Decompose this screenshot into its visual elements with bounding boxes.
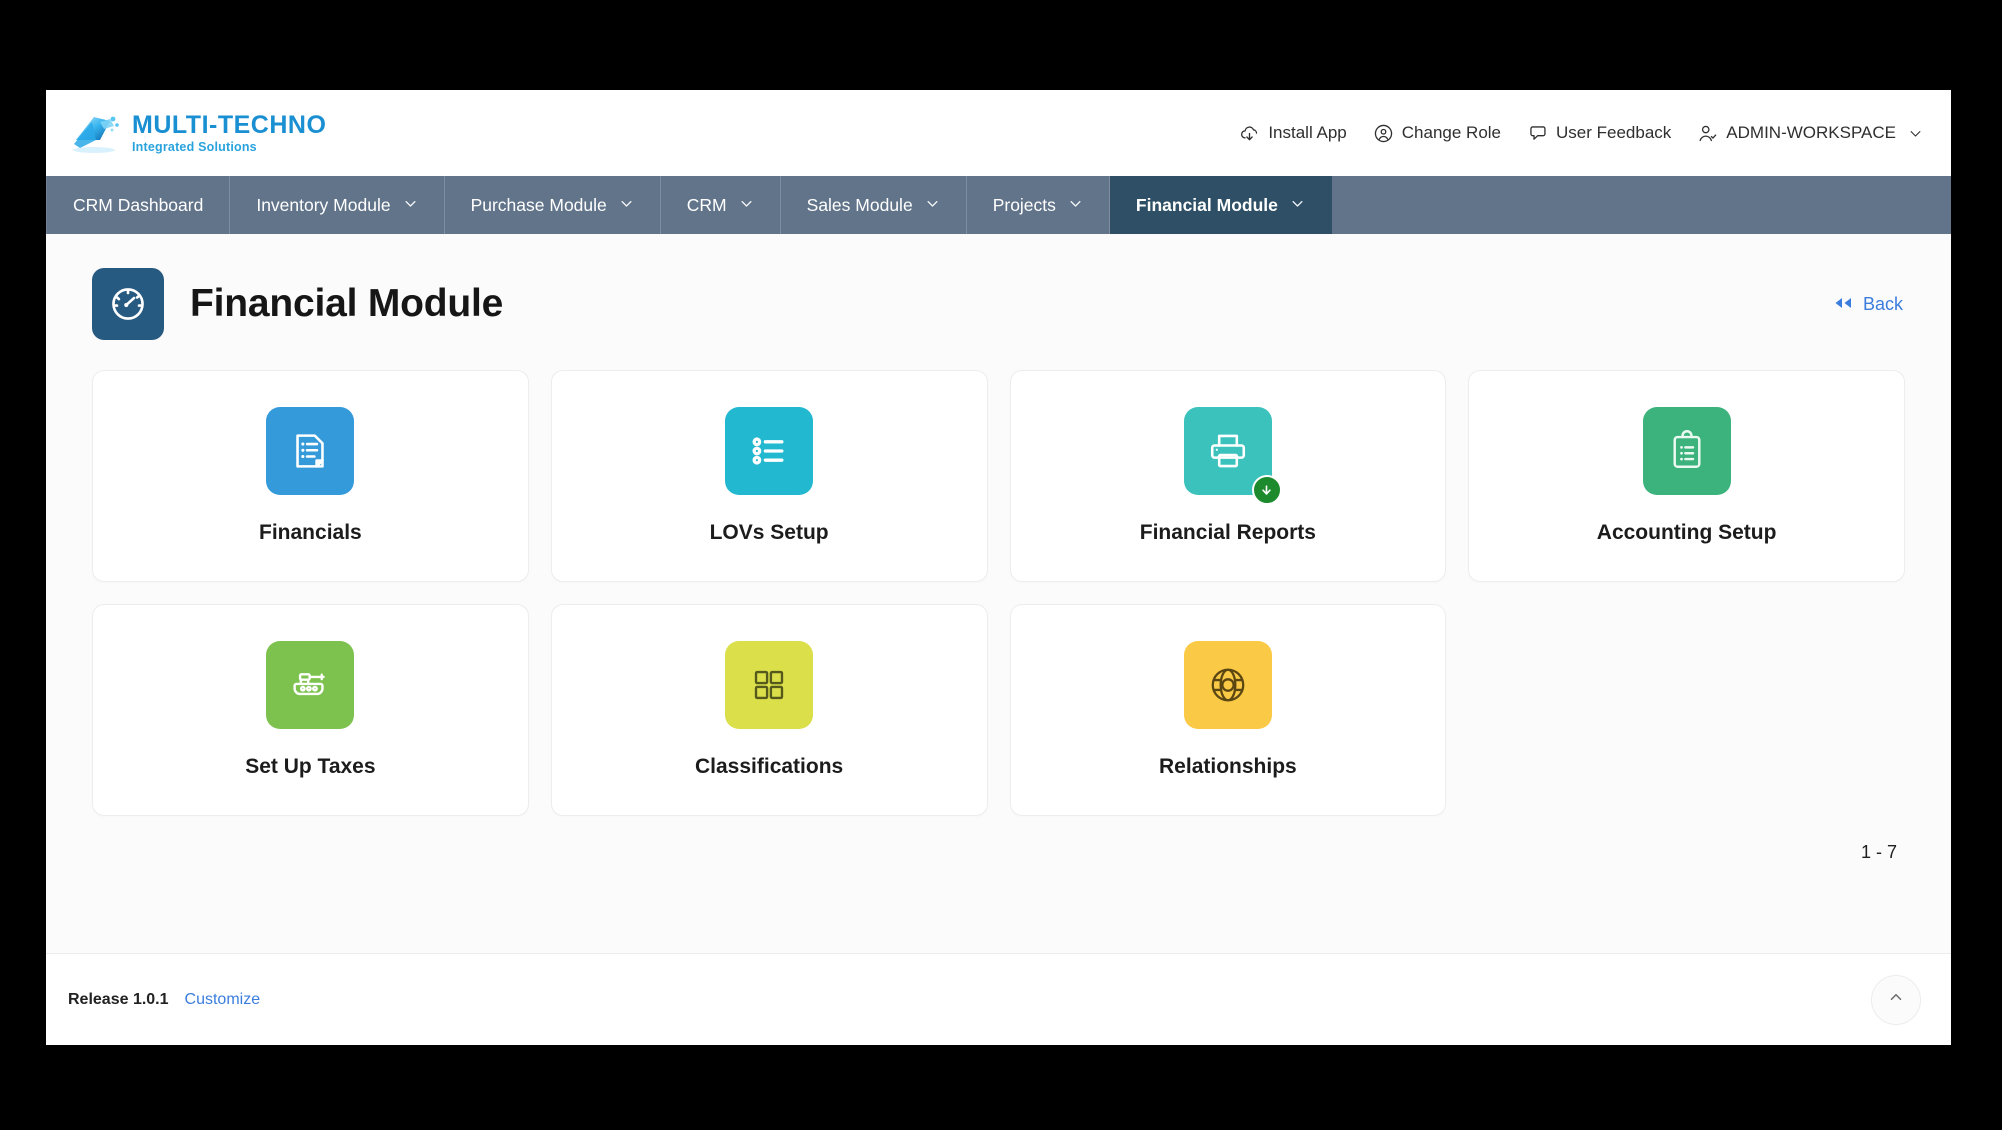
workspace-label: ADMIN-WORKSPACE: [1726, 123, 1896, 142]
nav-item-purchase-module[interactable]: Purchase Module: [445, 176, 661, 234]
card-lovs-setup[interactable]: LOVs Setup: [550, 370, 988, 582]
card-label: Accounting Setup: [1596, 521, 1777, 544]
nav-item-projects[interactable]: Projects: [967, 176, 1110, 234]
change-role-button[interactable]: Change Role: [1373, 123, 1501, 144]
nav-item-crm-dashboard[interactable]: CRM Dashboard: [46, 176, 231, 234]
app-footer: Release 1.0.1 Customize: [46, 953, 1951, 1045]
release-version: Release 1.0.1: [68, 990, 169, 1008]
nav-label: CRM Dashboard: [73, 194, 204, 215]
back-button[interactable]: Back: [1834, 294, 1903, 315]
page-title-wrap: Financial Module: [92, 268, 503, 340]
card-financials[interactable]: Financials: [92, 370, 529, 582]
brand-title: MULTI-TECHNO: [132, 110, 327, 139]
chevron-up-icon: [1887, 988, 1905, 1011]
card-accounting-setup[interactable]: Accounting Setup: [1468, 370, 1905, 582]
nav-label: CRM: [686, 194, 727, 215]
grid-four-icon: [725, 641, 814, 729]
card-relationships[interactable]: Relationships: [1009, 604, 1447, 816]
nav-label: Inventory Module: [256, 194, 391, 215]
page-header: Financial Module Back: [70, 268, 1927, 340]
user-target-icon: [1373, 123, 1394, 144]
brand-subtitle: Integrated Solutions: [132, 139, 257, 154]
back-arrows-icon: [1834, 294, 1854, 315]
chevron-down-icon: [739, 195, 754, 216]
back-label: Back: [1862, 293, 1903, 314]
user-check-icon: [1697, 123, 1718, 144]
header-actions: Install App Change Role User Feedback AD…: [1239, 123, 1923, 144]
footer-left: Release 1.0.1 Customize: [68, 991, 260, 1009]
multi-techno-logo-icon: [73, 116, 119, 153]
user-feedback-label: User Feedback: [1556, 123, 1672, 142]
document-list-icon: [266, 407, 355, 495]
chevron-down-icon: [1068, 195, 1083, 216]
nav-item-inventory-module[interactable]: Inventory Module: [230, 176, 445, 234]
change-role-label: Change Role: [1401, 123, 1502, 142]
download-badge-icon: [1251, 475, 1282, 505]
card-placeholder: [1468, 604, 1905, 816]
app-header: MULTI-TECHNO Integrated Solutions Instal…: [46, 90, 1951, 176]
page-title: Financial Module: [190, 282, 504, 325]
card-label: Financial Reports: [1139, 521, 1316, 544]
nav-item-sales-module[interactable]: Sales Module: [781, 176, 967, 234]
nav-label: Purchase Module: [470, 194, 607, 215]
chevron-down-icon: [1290, 195, 1305, 216]
application-window: MULTI-TECHNO Integrated Solutions Instal…: [46, 90, 1951, 1045]
nav-item-financial-module[interactable]: Financial Module: [1109, 176, 1332, 234]
pagination-indicator: 1 - 7: [1860, 842, 1897, 862]
card-financial-reports[interactable]: Financial Reports: [1009, 370, 1447, 582]
nav-label: Sales Module: [806, 194, 913, 215]
page-content: Financial Module Back Financials LOVs Se…: [46, 234, 1951, 953]
printer-icon: [1183, 407, 1282, 505]
chevron-down-icon: [403, 195, 418, 216]
card-label: Classifications: [695, 755, 844, 778]
chat-bubble-icon: [1527, 123, 1548, 144]
card-label: Relationships: [1159, 755, 1297, 778]
cloud-download-icon: [1239, 123, 1260, 144]
main-navigation: CRM Dashboard Inventory Module Purchase …: [46, 176, 1951, 234]
tank-icon: [266, 641, 355, 729]
chevron-down-icon: [619, 195, 634, 216]
nav-label: Financial Module: [1135, 194, 1278, 215]
card-label: LOVs Setup: [709, 521, 829, 544]
bullet-list-icon: [725, 407, 814, 495]
card-label: Set Up Taxes: [245, 755, 376, 778]
install-app-button[interactable]: Install App: [1239, 123, 1347, 144]
customize-link[interactable]: Customize: [185, 991, 261, 1009]
chevron-down-icon: [1908, 126, 1923, 141]
install-app-label: Install App: [1268, 123, 1347, 142]
workspace-menu-button[interactable]: ADMIN-WORKSPACE: [1697, 123, 1923, 144]
card-set-up-taxes[interactable]: Set Up Taxes: [92, 604, 529, 816]
scroll-to-top-button[interactable]: [1871, 974, 1921, 1025]
user-feedback-button[interactable]: User Feedback: [1527, 123, 1671, 144]
brand-logo[interactable]: MULTI-TECHNO Integrated Solutions: [70, 110, 326, 156]
nav-label: Projects: [992, 194, 1056, 215]
relationship-icon: [1183, 641, 1272, 729]
brand-text: MULTI-TECHNO Integrated Solutions: [132, 110, 327, 154]
module-card-grid: Financials LOVs Setup Financial Reports …: [70, 370, 1927, 816]
chevron-down-icon: [925, 195, 940, 216]
nav-item-crm[interactable]: CRM: [661, 176, 781, 234]
card-label: Financials: [259, 521, 362, 544]
speedometer-icon: [92, 268, 164, 340]
clipboard-list-icon: [1642, 407, 1731, 495]
card-classifications[interactable]: Classifications: [550, 604, 988, 816]
